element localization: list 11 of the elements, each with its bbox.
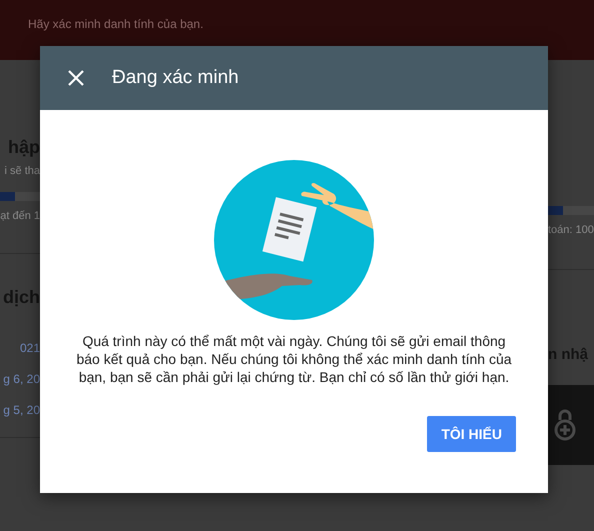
- date-link[interactable]: g 6, 20: [3, 372, 40, 386]
- date-link[interactable]: 021: [20, 341, 40, 355]
- lock-plus-icon: [554, 408, 576, 442]
- banner-text: Hãy xác minh danh tính của bạn.: [28, 17, 204, 31]
- message-text: Quá trình này có thể mất một vài ngày. Chúng tôi sẽ gửi email thông báo kết quả cho bạn. Nếu chúng tôi không thể xác minh danh tính của bạn, bạn sẽ cần phải gửi lại chứng từ. Bạn chỉ có số lần thử giới hạn.: [75, 332, 513, 386]
- dialog-title: Đang xác minh: [112, 67, 239, 89]
- caption-text: ạt đến 1: [0, 209, 40, 223]
- close-icon: [66, 68, 86, 88]
- date-link[interactable]: g 5, 20: [3, 403, 40, 417]
- acknowledge-button[interactable]: TÔI HIỂU: [427, 416, 516, 452]
- close-button[interactable]: [66, 68, 86, 88]
